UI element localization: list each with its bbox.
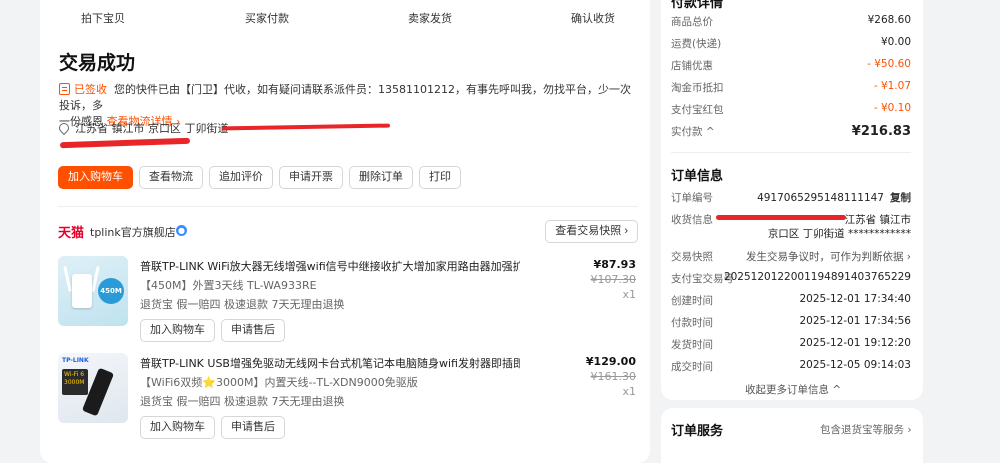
step-4: 确认收货 [571,12,615,25]
product-qty: x1 [622,385,636,398]
product-title[interactable]: 普联TP-LINK WiFi放大器无线增强wifi信号中继接收扩大增加家用路由器… [140,258,520,274]
delete-order-button[interactable]: 删除订单 [349,166,413,189]
order-number: 4917065295148111147 [757,192,884,204]
signed-badge: 已签收 [74,83,107,96]
location-pin-icon [56,120,72,136]
add-to-cart-button[interactable]: 加入购物车 [58,166,133,189]
product-item: TP-LINK Wi-Fi 6 3000M 普联TP-LINK USB增强免驱动… [58,353,638,443]
time-row: 成交时间 2025-12-05 09:14:03 [671,359,911,373]
product-original-price: ¥107.30 [590,273,637,286]
shop-chat-icon[interactable]: ● [176,225,187,236]
payment-row: 店铺优惠 - ¥50.60 [671,58,911,72]
snapshot-row[interactable]: 交易快照 发生交易争议时，可作为判断依据 › [671,249,911,265]
step-3: 卖家发货 [408,12,452,25]
brand-logo: TP-LINK [62,357,89,364]
add-to-cart-button[interactable]: 加入购物车 [140,319,215,342]
product-spec: 【WiFi6双频⭐3000M】内置天线--TL-XDN9000免驱版 [140,376,418,389]
shop-name-link[interactable]: tplink官方旗舰店 [90,224,176,240]
after-sales-button[interactable]: 申请售后 [221,319,285,342]
order-info-title: 订单信息 [671,169,724,184]
add-to-cart-button[interactable]: 加入购物车 [140,416,215,439]
order-detail-page: 拍下宝贝 买家付款 卖家发货 确认收货 交易成功 已签收 您的快件已由【门卫】代… [0,0,1000,463]
payment-row: 支付宝红包 - ¥0.10 [671,102,911,116]
after-sales-button[interactable]: 申请售后 [221,416,285,439]
product-thumbnail[interactable]: TP-LINK Wi-Fi 6 3000M [58,353,128,423]
divider [58,206,638,207]
tmall-logo: 天猫 [58,226,85,241]
product-thumbnail[interactable]: 450M [58,256,128,326]
product-price: ¥87.93 [593,258,636,271]
step-1: 拍下宝贝 [81,12,125,25]
logistics-message: 您的快件已由【门卫】代收，如有疑问请联系派件员：13581101212，有事先呼… [59,83,631,112]
alipay-no-row: 支付宝交易号 2025120122001194891403765229 [671,271,911,285]
product-price: ¥129.00 [585,355,636,368]
product-services: 退货宝 假一赔四 极速退款 7天无理由退换 [140,395,345,408]
order-actions: 加入购物车 查看物流 追加评价 申请开票 删除订单 打印 [58,166,461,189]
payment-row: 运费(快递) ¥0.00 [671,36,911,50]
shop-header: 天猫 tplink官方旗舰店 ● 查看交易快照 › [58,220,638,243]
product-qty: x1 [622,288,636,301]
product-title[interactable]: 普联TP-LINK USB增强免驱动无线网卡台式机笔记本电脑随身wifi发射器即… [140,355,520,371]
page-title: 交易成功 [59,52,136,74]
divider [671,152,911,153]
product-services: 退货宝 假一赔四 极速退款 7天无理由退换 [140,298,345,311]
print-button[interactable]: 打印 [419,166,461,189]
product-spec: 【450M】外置3天线 TL-WA933RE [140,279,317,292]
product-item: 450M 普联TP-LINK WiFi放大器无线增强wifi信号中继接收扩大增加… [58,256,638,346]
time-row: 发货时间 2025-12-01 19:12:20 [671,337,911,351]
product-buttons: 加入购物车 申请售后 [140,319,285,342]
thumb-badge: 450M [98,278,124,304]
address-text: 江苏省 镇江市 京口区 丁卯街道 [75,122,229,135]
payment-row: 商品总价 ¥268.60 [671,14,911,28]
product-original-price: ¥161.30 [590,370,637,383]
view-snapshot-button[interactable]: 查看交易快照 › [545,220,638,243]
progress-steps: 拍下宝贝 买家付款 卖家发货 确认收货 [40,0,650,34]
order-service-link[interactable]: 包含退货宝等服务 › [820,422,912,437]
order-service-title: 订单服务 [671,424,724,439]
time-row: 付款时间 2025-12-01 17:34:56 [671,315,911,329]
thumb-tag: Wi-Fi 6 3000M [62,369,88,395]
request-invoice-button[interactable]: 申请开票 [279,166,343,189]
copy-button[interactable]: 复制 [890,192,911,204]
receiver-line2: 京口区 丁卯街道 ************ [767,228,911,240]
order-number-row: 订单编号 4917065295148111147 复制 [671,192,911,204]
payment-row: 淘金币抵扣 - ¥1.07 [671,80,911,94]
collapse-order-info-link[interactable]: 收起更多订单信息 ^ [745,382,841,397]
payment-title: 付款详情 [671,0,724,11]
delivery-address: 江苏省 镇江市 京口区 丁卯街道 [56,120,229,136]
package-icon [59,83,70,95]
receiver-line1: 江苏省 镇江市 [844,214,911,226]
redaction-mark [716,215,846,220]
router-icon [72,274,92,308]
time-row: 创建时间 2025-12-01 17:34:40 [671,293,911,307]
product-buttons: 加入购物车 申请售后 [140,416,285,439]
paid-row[interactable]: 实付款 ^ ¥216.83 [671,124,911,140]
append-review-button[interactable]: 追加评价 [209,166,273,189]
step-2: 买家付款 [245,12,289,25]
view-logistics-button[interactable]: 查看物流 [139,166,203,189]
